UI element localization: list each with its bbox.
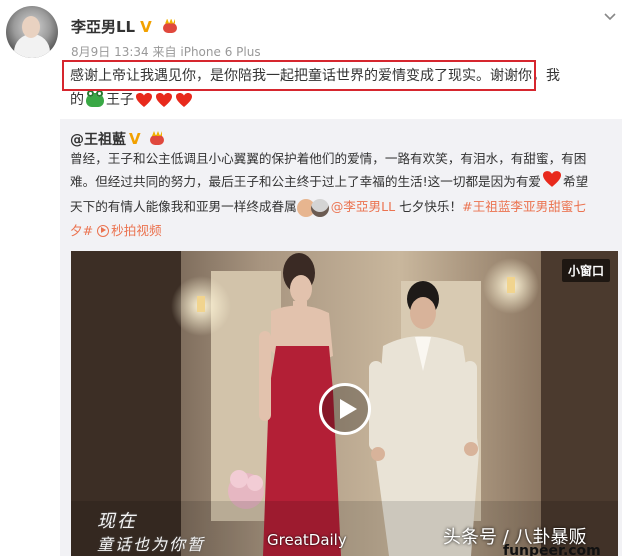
post-date[interactable]: 8月9日 [71, 45, 110, 59]
repost-text-fragment: 难。但经过共同的努力，最后王子和公主终于过上了幸福的生活!这一切都是因为有爱 [70, 174, 542, 189]
post-text-line: 感谢上帝让我遇见你，是你陪我一起把童话世界的爱情变成了现实。谢谢你，我 [70, 68, 560, 84]
post-text-fragment: 的 [70, 92, 84, 108]
post-author-name[interactable]: 李亞男LL [71, 16, 135, 37]
watermark-text: funpeer.com [503, 543, 601, 556]
repost-text-fragment: 希望 [563, 174, 589, 189]
mention-link[interactable]: @李亞男LL [331, 199, 395, 214]
frog-emoji-icon [86, 90, 104, 107]
play-circle-icon [97, 224, 110, 237]
post-device[interactable]: iPhone 6 Plus [180, 45, 260, 59]
post-text: 感谢上帝让我遇见你，是你陪我一起把童话世界的爱情变成了现实。谢谢你，我 的 王子 [70, 64, 616, 112]
small-window-button[interactable]: 小窗口 [561, 259, 610, 282]
watermark-text: GreatDaily [267, 531, 347, 549]
post-via: 来自 [152, 45, 177, 59]
post-meta: 8月9日 13:34 来自 iPhone 6 Plus [71, 43, 261, 60]
avatar-face [22, 16, 40, 38]
video-link-label[interactable]: 秒拍视频 [111, 223, 161, 238]
play-button[interactable] [319, 383, 371, 435]
repost-text-line: 天下的有情人能像我和亚男一样终成眷属 @李亞男LL 七夕快乐！#王祖蓝李亚男甜蜜七 [70, 195, 618, 219]
heart-icon [135, 92, 153, 108]
topic-link[interactable]: 夕# [70, 223, 93, 238]
vip-crown-icon [148, 131, 166, 147]
repost-text: 曾经，王子和公主低调且小心翼翼的保护着他们的爱情，一路有欢笑，有泪水，有甜蜜，有… [70, 147, 618, 242]
topic-link[interactable]: #王祖蓝李亚男甜蜜七 [462, 199, 586, 214]
video-subtitle: 童话也为你暂 [97, 535, 206, 554]
repost-card: @王祖藍 V 曾经，王子和公主低调且小心翼翼的保护着他们的爱情，一路有欢笑，有泪… [60, 119, 622, 556]
heart-icon [175, 92, 193, 108]
verified-icon: V [140, 17, 152, 36]
post-text-line: 的 王子 [70, 88, 616, 112]
heart-icon [155, 92, 173, 108]
post-author[interactable]: 李亞男LL V [71, 16, 179, 37]
heart-icon [541, 170, 563, 195]
video-link[interactable]: 秒拍视频 [97, 223, 162, 238]
video-player[interactable]: 小窗口 现在 童话也为你暂 GreatDaily 头条号 / 八卦暴贩 funp… [71, 251, 618, 556]
repost-text-line: 曾经，王子和公主低调且小心翼翼的保护着他们的爱情，一路有欢笑，有泪水，有甜蜜，有… [70, 151, 587, 166]
couple-emoji-icon [296, 197, 331, 219]
user-avatar[interactable] [6, 6, 58, 58]
post-time[interactable]: 13:34 [114, 45, 149, 59]
post-text-fragment: 王子 [106, 92, 134, 108]
repost-text-line: 夕# 秒拍视频 [70, 219, 618, 242]
weibo-post: 李亞男LL V 8月9日 13:34 来自 iPhone 6 Plus 感谢上帝… [0, 0, 622, 556]
vip-crown-icon [161, 19, 179, 35]
repost-text-fragment: 天下的有情人能像我和亚男一样终成眷属 [70, 199, 297, 214]
chevron-down-icon[interactable] [604, 10, 616, 21]
repost-text-fragment: 七夕快乐！ [395, 199, 463, 214]
verified-icon: V [129, 130, 141, 148]
repost-author[interactable]: @王祖藍 V [70, 129, 166, 149]
video-subtitle: 现在 [97, 511, 137, 532]
repost-author-name[interactable]: @王祖藍 [70, 129, 126, 149]
repost-text-line: 难。但经过共同的努力，最后王子和公主终于过上了幸福的生活!这一切都是因为有爱 希望 [70, 170, 618, 195]
